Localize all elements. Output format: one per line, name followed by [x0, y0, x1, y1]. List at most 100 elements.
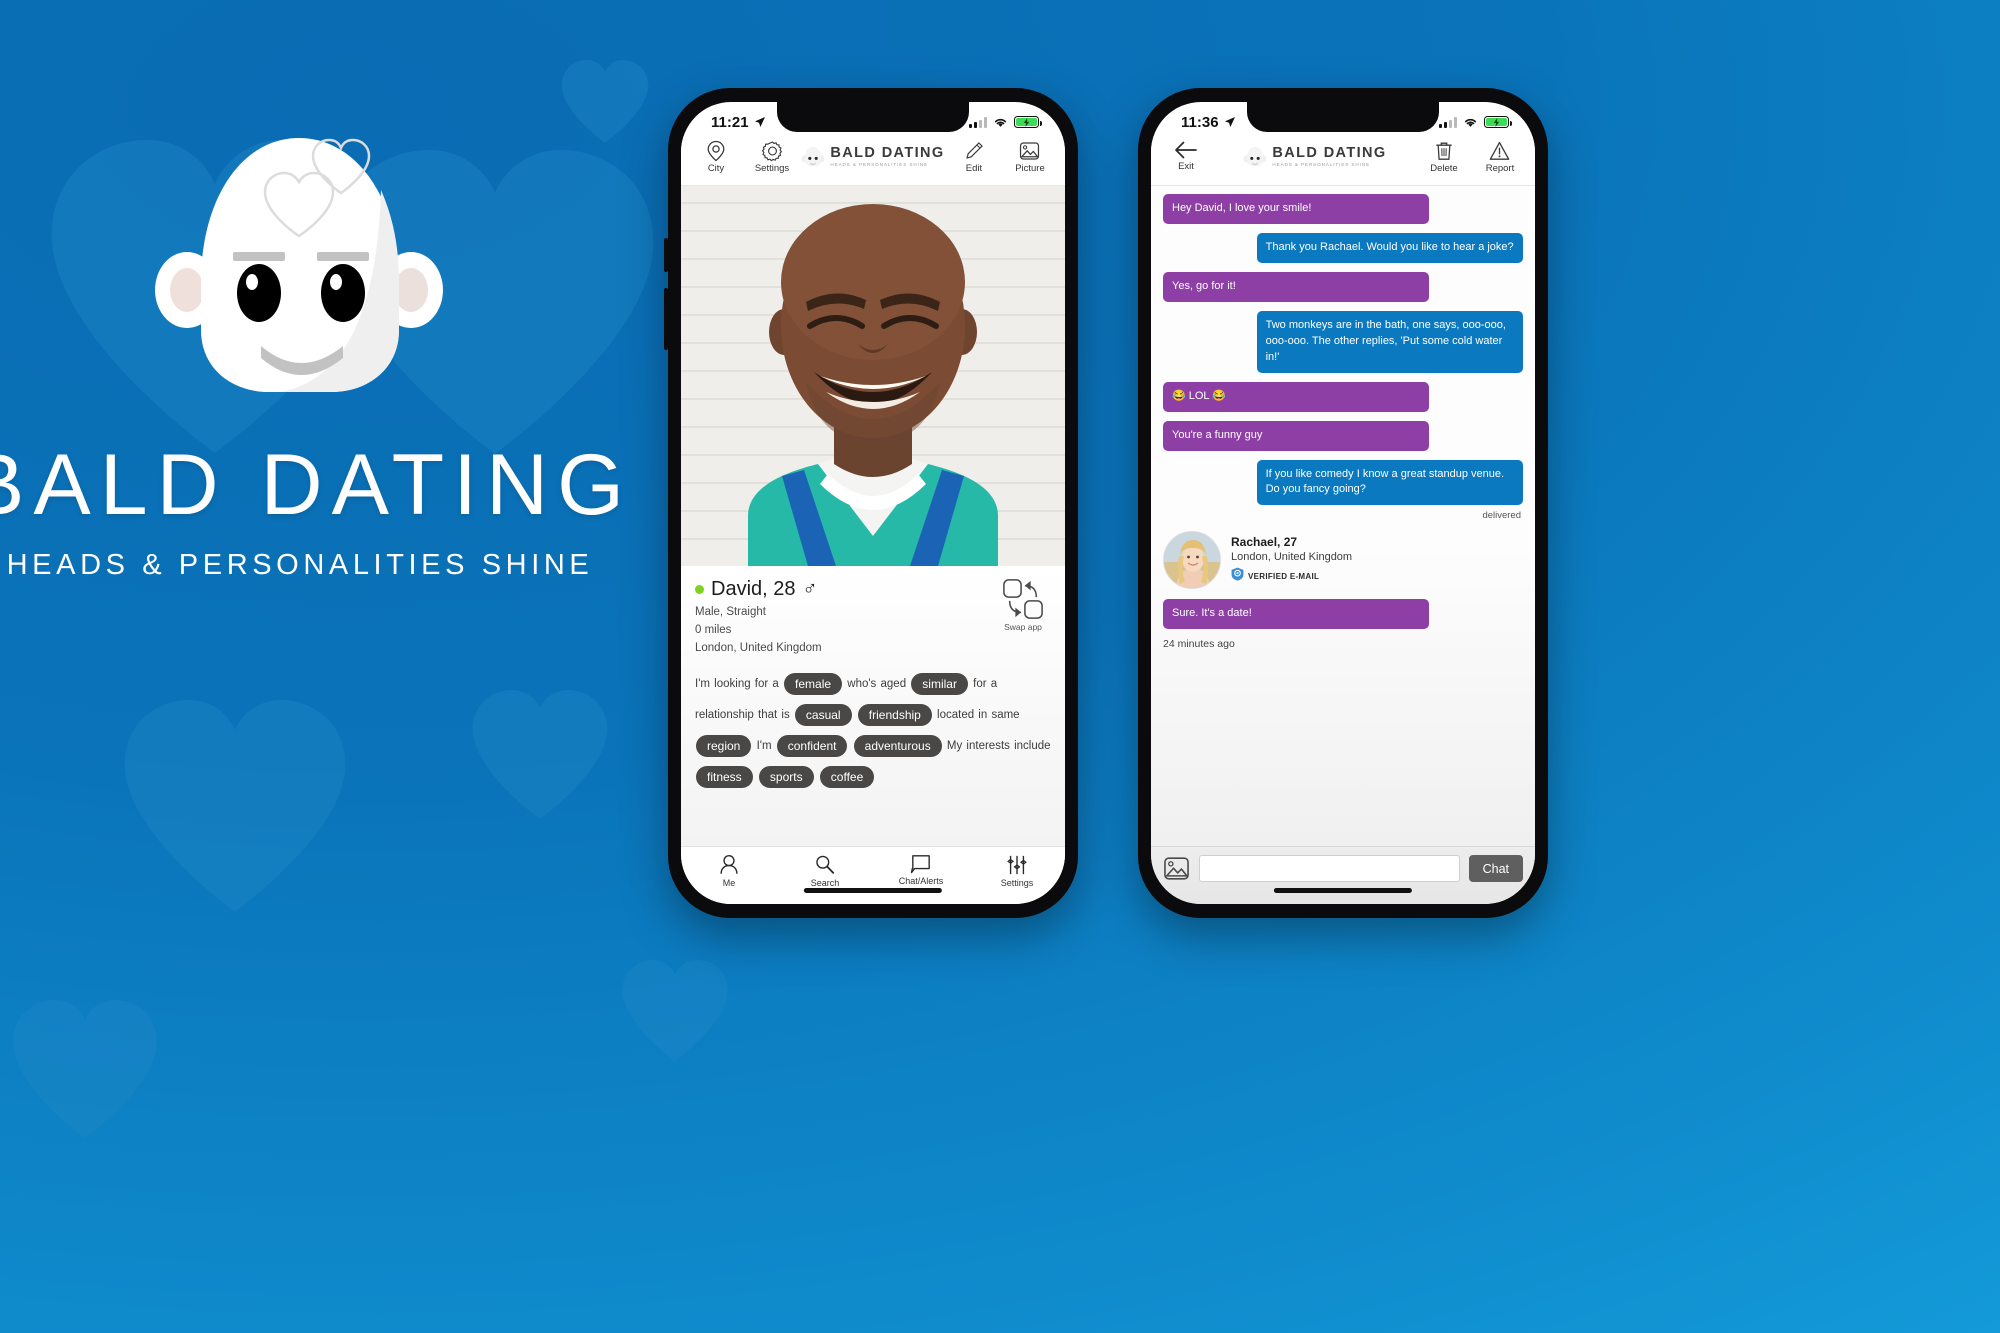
home-indicator[interactable] [803, 888, 943, 893]
cellular-signal-icon [1439, 116, 1457, 128]
bio-text: I'm [756, 740, 772, 753]
bio-text: who's aged [847, 678, 907, 691]
picture-icon[interactable] [1163, 855, 1190, 882]
report-button[interactable]: Report [1479, 140, 1521, 174]
phone-device-profile: 11:21 City Settings BALD DATING HEADS & … [664, 88, 1078, 918]
profile-location: London, United Kingdom [695, 641, 822, 654]
bio-pill[interactable]: confident [776, 735, 848, 758]
battery-charging-icon [1484, 116, 1512, 128]
settings-button[interactable]: Settings [751, 140, 793, 174]
battery-charging-icon [1014, 116, 1042, 128]
picture-icon [1019, 140, 1040, 162]
exit-button[interactable]: Exit [1165, 140, 1207, 172]
chat-bubble-incoming: Sure. It's a date! [1163, 599, 1430, 630]
bald-head-logo-icon [145, 130, 455, 410]
bio-text: My interests include [946, 740, 1051, 753]
bio-pill[interactable]: region [696, 735, 752, 758]
avatar[interactable] [1163, 531, 1221, 590]
bio-pill[interactable]: coffee [819, 766, 875, 789]
chat-message-input[interactable] [1199, 855, 1460, 882]
chat-bubble-icon [910, 854, 932, 874]
bio-pill[interactable]: adventurous [853, 735, 942, 758]
pencil-icon [964, 140, 984, 162]
bald-head-logo-icon [1243, 146, 1267, 168]
phone1-app-bar: City Settings BALD DATING HEADS & PERSON… [681, 136, 1065, 186]
status-bar: 11:36 [1151, 102, 1535, 136]
phone2-screen: 11:36 Exit BALD DATING HEADS & PERSONALI… [1151, 102, 1535, 904]
swap-app-button[interactable]: Swap app [995, 578, 1051, 632]
brand-block: BALD DATING HEADS & PERSONALITIES SHINE [0, 130, 624, 582]
bio-pill[interactable]: fitness [696, 766, 753, 789]
search-icon [814, 854, 836, 876]
gear-icon [761, 140, 783, 162]
app-bar-left-group: Exit [1165, 140, 1207, 172]
profile-bio: I'm looking for a female who's aged simi… [695, 669, 1051, 793]
bio-text: I'm looking for a [695, 678, 779, 691]
bio-pill[interactable]: friendship [857, 704, 932, 727]
contact-location: London, United Kingdom [1231, 550, 1353, 563]
chat-bubble-outgoing: Thank you Rachael. Would you like to hea… [1256, 232, 1523, 263]
chat-bubble-outgoing: Two monkeys are in the bath, one says, o… [1256, 310, 1523, 373]
brand-subtitle: HEADS & PERSONALITIES SHINE [6, 549, 594, 581]
app-logo-title: BALD DATING [830, 145, 945, 162]
picture-button[interactable]: Picture [1009, 140, 1051, 174]
contact-name-age: Rachael, 27 [1231, 534, 1298, 549]
chat-thread[interactable]: Hey David, I love your smile! Thank you R… [1151, 186, 1535, 846]
chat-timestamp: 24 minutes ago [1163, 638, 1235, 651]
app-logo-title: BALD DATING [1272, 145, 1387, 162]
tab-me[interactable]: Me [694, 854, 764, 888]
city-label: City [707, 163, 725, 174]
bio-text: located in same [937, 709, 1020, 722]
trash-icon [1434, 140, 1454, 162]
wifi-icon [993, 116, 1008, 128]
settings-label: Settings [754, 163, 790, 174]
swap-app-icon [1002, 578, 1044, 620]
edit-button[interactable]: Edit [953, 140, 995, 174]
volume-up-button[interactable] [664, 238, 668, 272]
delete-button[interactable]: Delete [1423, 140, 1465, 174]
picture-label: Picture [1015, 163, 1045, 174]
chat-bubble-incoming: You're a funny guy [1163, 420, 1430, 451]
app-logo-subtitle: HEADS & PERSONALITIES SHINE [830, 162, 928, 168]
chat-bubble-incoming: 😂 LOL 😂 [1163, 381, 1430, 412]
chat-contact-card[interactable]: Rachael, 27 London, United Kingdom VERIFIE… [1163, 531, 1523, 590]
sliders-icon [1006, 854, 1028, 876]
tab-chat-alerts-label: Chat/Alerts [898, 876, 944, 886]
app-bar-right-group: Edit Picture [953, 140, 1051, 174]
tab-search[interactable]: Search [790, 854, 860, 888]
bio-pill[interactable]: similar [911, 673, 968, 696]
tab-settings[interactable]: Settings [982, 854, 1052, 888]
app-logo: BALD DATING HEADS & PERSONALITIES SHINE [801, 140, 944, 168]
delete-label: Delete [1430, 163, 1458, 174]
bottom-tab-bar: Me Search Chat/Alerts Settings [681, 846, 1065, 904]
send-chat-button[interactable]: Chat [1468, 855, 1523, 882]
gender-symbol-icon: ♂ [802, 578, 818, 600]
swap-app-label: Swap app [1004, 622, 1042, 632]
location-arrow-icon [754, 116, 766, 128]
phone1-screen: 11:21 City Settings BALD DATING HEADS & … [681, 102, 1065, 904]
delivered-status: delivered [1482, 510, 1521, 522]
brand-title: BALD DATING [0, 437, 634, 533]
profile-name-age: David, 28 [711, 578, 796, 600]
edit-label: Edit [965, 163, 983, 174]
profile-photo[interactable] [681, 186, 1065, 566]
tab-chat-alerts[interactable]: Chat/Alerts [886, 854, 956, 886]
report-label: Report [1485, 163, 1515, 174]
cellular-signal-icon [969, 116, 987, 128]
volume-down-button[interactable] [664, 288, 668, 350]
back-arrow-icon [1174, 140, 1198, 160]
bio-pill[interactable]: female [784, 673, 843, 696]
city-button[interactable]: City [695, 140, 737, 174]
verified-shield-icon [1231, 567, 1244, 586]
phone2-app-bar: Exit BALD DATING HEADS & PERSONALITIES S… [1151, 136, 1535, 186]
wifi-icon [1463, 116, 1478, 128]
home-indicator[interactable] [1273, 888, 1413, 893]
bio-pill[interactable]: sports [758, 766, 814, 789]
status-bar: 11:21 [681, 102, 1065, 136]
app-bar-left-group: City Settings [695, 140, 793, 174]
bio-pill[interactable]: casual [794, 704, 852, 727]
phone-device-chat: 11:36 Exit BALD DATING HEADS & PERSONALI… [1138, 88, 1548, 918]
app-bar-right-group: Delete Report [1423, 140, 1521, 174]
app-logo: BALD DATING HEADS & PERSONALITIES SHINE [1243, 140, 1386, 168]
chat-bubble-incoming: Yes, go for it! [1163, 271, 1430, 302]
